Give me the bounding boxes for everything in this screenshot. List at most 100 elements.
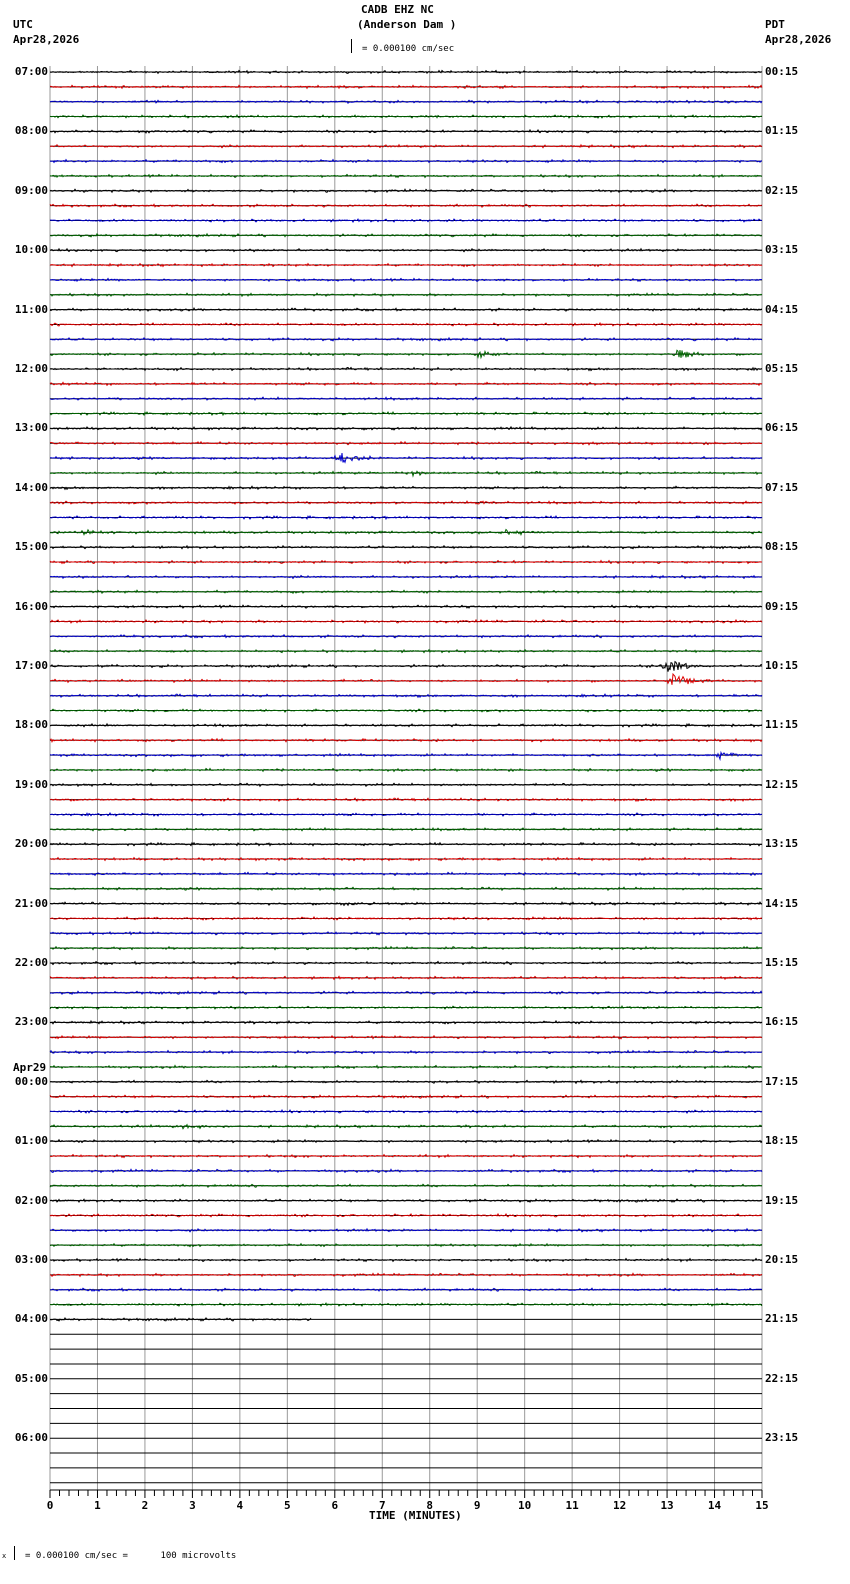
footer-prefix: x bbox=[2, 1552, 7, 1560]
seismic-trace bbox=[49, 514, 763, 521]
seismic-trace bbox=[49, 856, 763, 862]
utc-hour-label: 09:00 bbox=[14, 183, 48, 197]
x-tick-label: 12 bbox=[612, 1499, 627, 1512]
seismic-trace bbox=[49, 99, 763, 105]
seismic-trace bbox=[49, 1302, 763, 1307]
pdt-hour-label: 14:15 bbox=[765, 896, 799, 910]
seismic-trace bbox=[49, 262, 763, 268]
seismic-trace bbox=[49, 1153, 763, 1159]
seismic-trace bbox=[49, 306, 763, 312]
seismic-trace bbox=[49, 158, 763, 164]
pdt-hour-label: 07:15 bbox=[765, 480, 799, 494]
seismic-trace bbox=[49, 143, 763, 149]
x-tick-label: 2 bbox=[141, 1499, 149, 1512]
pdt-hour-label: 11:15 bbox=[765, 718, 799, 732]
seismic-trace bbox=[49, 559, 762, 565]
utc-hour-label: 07:00 bbox=[14, 65, 48, 78]
utc-hour-label: 21:00 bbox=[14, 896, 48, 910]
seismic-trace bbox=[49, 767, 763, 773]
utc-hour-label: 02:00 bbox=[14, 1193, 48, 1207]
seismic-trace bbox=[49, 737, 763, 743]
x-tick-label: 7 bbox=[378, 1499, 386, 1512]
pdt-hour-label: 18:15 bbox=[765, 1134, 799, 1148]
utc-hour-label: 03:00 bbox=[14, 1253, 48, 1266]
footer-scale-text: = 0.000100 cm/sec = 100 microvolts bbox=[25, 1551, 237, 1561]
seismic-trace bbox=[49, 396, 763, 401]
pdt-hour-label: 19:15 bbox=[765, 1193, 799, 1207]
utc-hour-label: 18:00 bbox=[14, 718, 48, 732]
seismic-trace bbox=[49, 886, 763, 892]
seismic-trace bbox=[49, 916, 763, 921]
utc-hour-label: 17:00 bbox=[14, 659, 48, 672]
utc-hour-label: 06:00 bbox=[14, 1431, 48, 1445]
pdt-hour-label: 16:15 bbox=[765, 1015, 799, 1029]
seismic-trace bbox=[49, 247, 763, 253]
seismic-trace bbox=[49, 672, 763, 685]
seismic-trace bbox=[49, 1212, 763, 1218]
seismic-trace bbox=[49, 349, 763, 360]
seismic-trace bbox=[49, 336, 763, 342]
x-tick-label: 5 bbox=[284, 1499, 291, 1512]
pdt-hour-label: 02:15 bbox=[765, 183, 799, 197]
utc-hour-label: 16:00 bbox=[14, 599, 48, 613]
seismic-trace bbox=[49, 114, 763, 120]
seismic-trace bbox=[49, 1168, 763, 1174]
utc-hour-label: 01:00 bbox=[14, 1134, 48, 1148]
utc-hour-label: 23:00 bbox=[14, 1015, 48, 1029]
utc-hour-label: 12:00 bbox=[14, 362, 48, 375]
x-tick-label: 3 bbox=[189, 1499, 196, 1512]
helicorder-plot bbox=[49, 66, 763, 1498]
x-tick-label: 6 bbox=[331, 1499, 339, 1512]
seismic-trace bbox=[50, 1316, 312, 1322]
seismic-trace bbox=[49, 277, 763, 283]
seismic-trace bbox=[49, 128, 763, 134]
seismic-trace bbox=[50, 452, 763, 464]
x-tick-label: 10 bbox=[518, 1499, 532, 1512]
seismic-trace bbox=[49, 797, 763, 803]
seismic-trace bbox=[49, 660, 763, 672]
seismic-trace bbox=[49, 544, 763, 550]
footer-scale-bar-icon bbox=[14, 1546, 15, 1560]
pdt-hour-label: 01:15 bbox=[765, 124, 799, 138]
seismic-trace bbox=[49, 1109, 763, 1114]
x-tick-label: 4 bbox=[236, 1499, 244, 1512]
seismic-trace bbox=[49, 1049, 763, 1055]
pdt-hour-label: 22:15 bbox=[765, 1371, 799, 1385]
seismic-trace bbox=[49, 203, 762, 208]
x-tick-label: 8 bbox=[426, 1499, 434, 1512]
seismic-trace bbox=[49, 84, 763, 90]
utc-hour-label: 22:00 bbox=[14, 956, 48, 969]
seismic-trace bbox=[49, 945, 763, 951]
seismic-trace bbox=[49, 708, 763, 713]
pdt-hour-label: 12:15 bbox=[765, 777, 799, 791]
pdt-hour-label: 00:15 bbox=[765, 65, 799, 78]
seismic-trace bbox=[49, 1034, 763, 1040]
pdt-hour-label: 09:15 bbox=[765, 599, 799, 613]
date-change-label: Apr29 bbox=[13, 1060, 47, 1074]
seismic-trace bbox=[49, 173, 763, 179]
seismic-trace bbox=[49, 1257, 763, 1263]
pdt-hour-label: 05:15 bbox=[765, 362, 799, 375]
utc-hour-label: 04:00 bbox=[14, 1312, 48, 1326]
pdt-hour-label: 20:15 bbox=[765, 1253, 799, 1266]
utc-hour-label: 15:00 bbox=[14, 540, 48, 554]
seismic-trace bbox=[49, 1079, 763, 1085]
seismic-trace bbox=[49, 188, 763, 194]
seismic-trace bbox=[49, 604, 762, 609]
seismic-trace bbox=[49, 1272, 763, 1278]
seismic-trace bbox=[49, 366, 763, 372]
seismic-trace bbox=[49, 232, 763, 238]
x-tick-label: 11 bbox=[565, 1499, 579, 1512]
seismic-trace bbox=[49, 381, 763, 387]
seismic-trace bbox=[49, 1183, 763, 1188]
utc-hour-label: 08:00 bbox=[14, 124, 48, 138]
pdt-hour-label: 23:15 bbox=[765, 1431, 799, 1445]
utc-hour-label: 14:00 bbox=[14, 480, 48, 494]
seismic-trace bbox=[49, 750, 763, 762]
seismic-trace bbox=[50, 69, 763, 75]
utc-hour-label: 20:00 bbox=[14, 837, 48, 851]
seismic-trace bbox=[49, 1287, 763, 1292]
seismic-trace bbox=[49, 470, 763, 478]
pdt-hour-label: 10:15 bbox=[765, 659, 799, 672]
utc-hour-label: 00:00 bbox=[14, 1074, 48, 1088]
